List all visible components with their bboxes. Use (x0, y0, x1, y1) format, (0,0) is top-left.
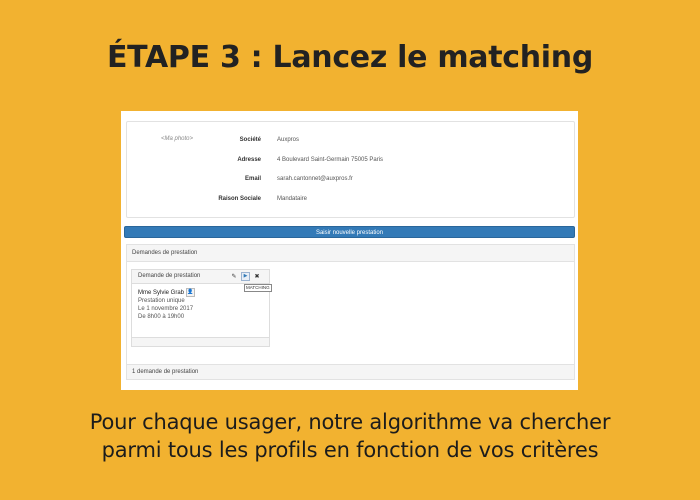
client-name: Mme Sylvie Grab (138, 289, 185, 296)
request-card-header: Demande de prestation ✎ ▶ ✖ (132, 270, 269, 284)
play-icon[interactable]: ▶ (241, 272, 250, 281)
page-title: ÉTAPE 3 : Lancez le matching (106, 40, 594, 75)
service-type: Prestation unique (138, 298, 185, 304)
user-icon[interactable]: 👤 (186, 288, 196, 297)
caption-line-2: parmi tous les profils en fonction de vo… (101, 438, 599, 462)
service-date: Le 1 novembre 2017 (138, 306, 194, 312)
legal-status-label: Raison Sociale (218, 196, 261, 202)
request-card-footer (132, 337, 269, 346)
requests-panel: Demandes de prestation Demande de presta… (126, 244, 575, 380)
request-card: Demande de prestation ✎ ▶ ✖ Mme Sylvie G… (131, 269, 270, 347)
pencil-icon[interactable]: ✎ (230, 273, 238, 281)
profile-section: <Ma photo> Société Auxpros Adresse 4 Bou… (126, 121, 575, 218)
app-screenshot: <Ma photo> Société Auxpros Adresse 4 Bou… (121, 111, 578, 390)
caption: Pour chaque usager, notre algorithme va … (0, 408, 700, 464)
new-service-button[interactable]: Saisir nouvelle prestation (124, 226, 575, 238)
address-label: Adresse (237, 157, 261, 163)
company-value: Auxpros (277, 137, 300, 143)
service-time: De 8h00 à 19h00 (138, 314, 185, 320)
request-card-title: Demande de prestation (138, 273, 201, 279)
email-value: sarah.cantonnet@auxpros.fr (277, 176, 353, 182)
company-label: Société (239, 137, 261, 143)
caption-line-1: Pour chaque usager, notre algorithme va … (89, 410, 611, 434)
legal-status-value: Mandataire (277, 196, 308, 202)
request-card-actions: ✎ ▶ ✖ (230, 270, 261, 283)
close-icon[interactable]: ✖ (253, 273, 261, 281)
profile-photo-placeholder: <Ma photo> (161, 136, 194, 142)
matching-tooltip: MATCHING (244, 284, 272, 292)
requests-panel-title: Demandes de prestation (127, 245, 574, 262)
email-label: Email (244, 176, 261, 182)
requests-panel-footer: 1 demande de prestation (127, 364, 574, 379)
address-value: 4 Boulevard Saint-Germain 75005 Paris (277, 157, 384, 163)
